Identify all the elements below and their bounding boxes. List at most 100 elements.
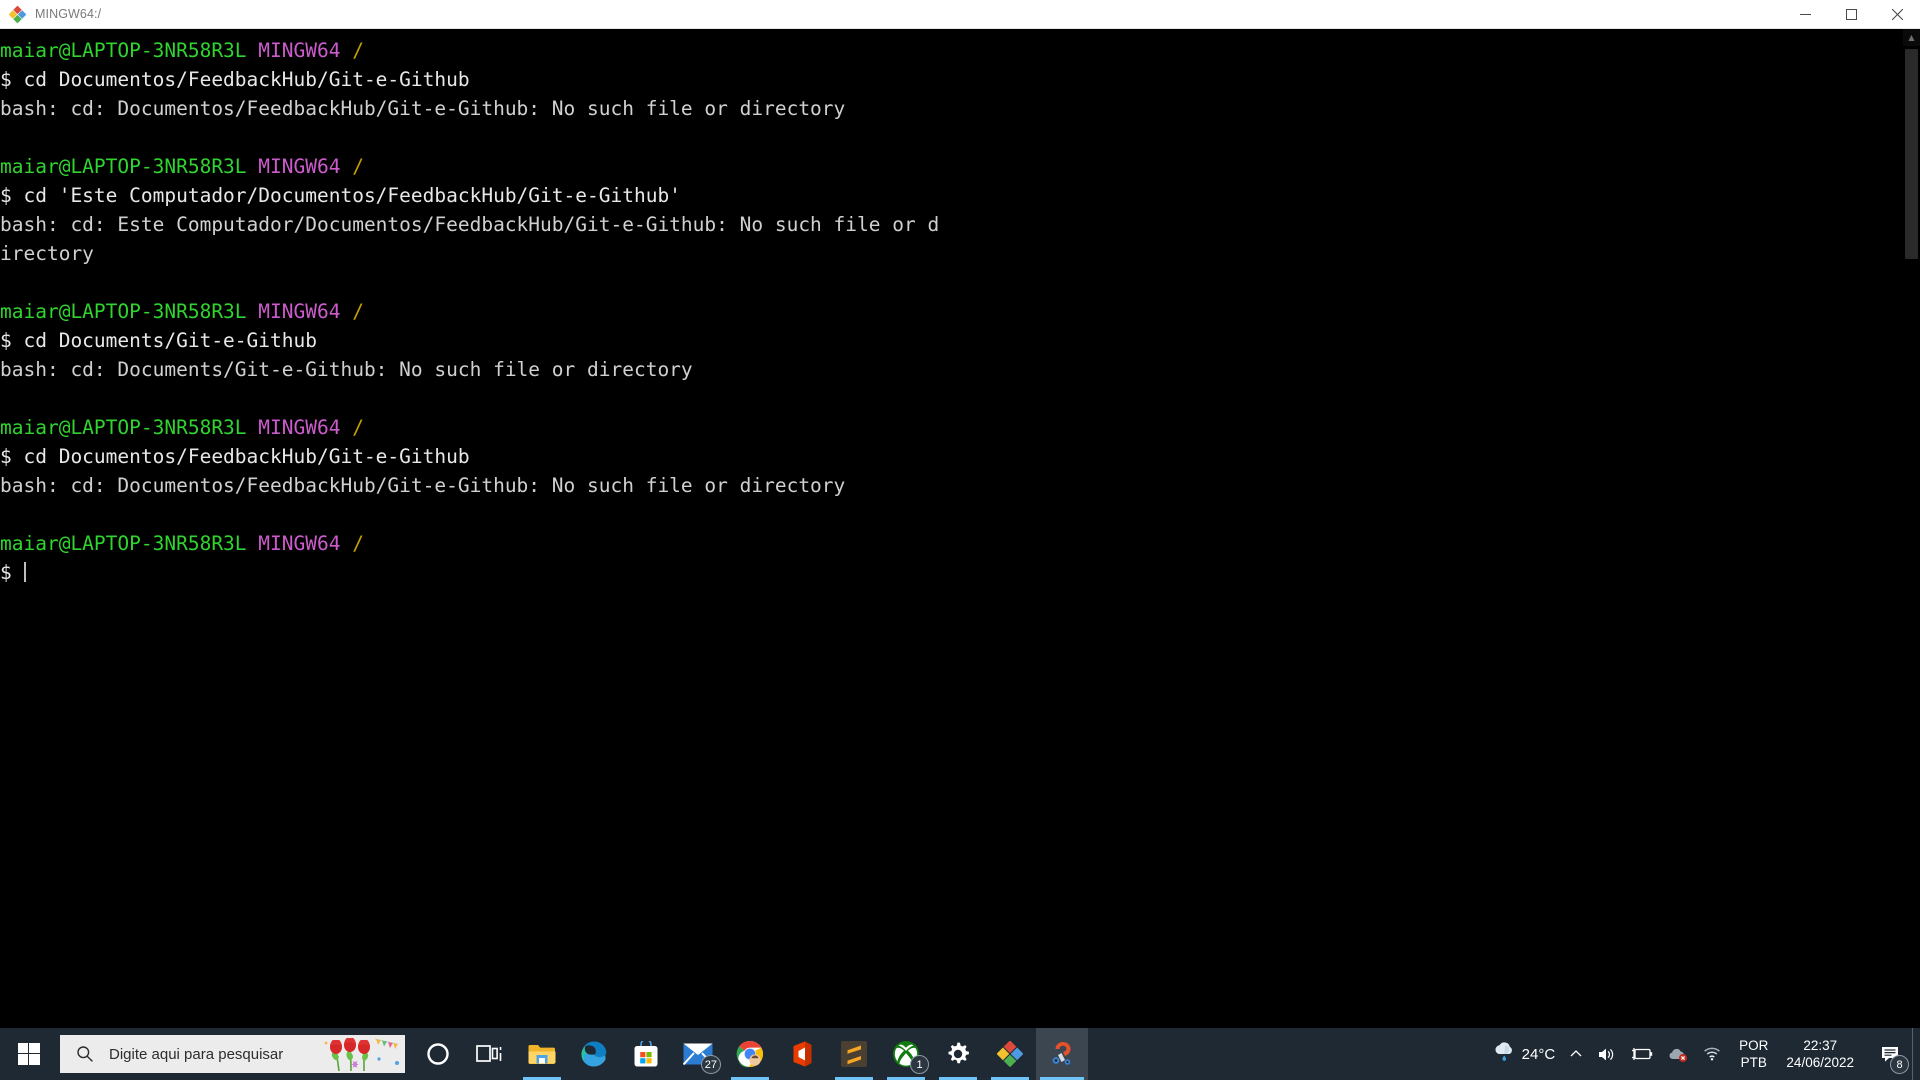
terminal-lines: maiar@LAPTOP-3NR58R3L MINGW64 / $ cd Docu… bbox=[0, 36, 1920, 587]
terminal-scrollbar[interactable]: ▲ ▼ bbox=[1903, 29, 1920, 1058]
git-bash-window: MINGW64:/ maiar@LAPTOP-3NR58R3L MINGW64 … bbox=[0, 0, 1920, 1058]
close-button[interactable] bbox=[1874, 0, 1920, 29]
language-line-1: POR bbox=[1739, 1038, 1769, 1053]
taskbar-item-cortana[interactable] bbox=[412, 1028, 464, 1080]
terminal-output-line: bash: cd: Documentos/FeedbackHub/Git-e-G… bbox=[0, 474, 846, 497]
window-controls bbox=[1782, 0, 1920, 29]
terminal-output-line: irectory bbox=[0, 242, 94, 265]
cloud-rain-icon bbox=[1492, 1041, 1517, 1067]
temperature-label: 24°C bbox=[1521, 1045, 1556, 1063]
terminal-prompt-line: maiar@LAPTOP-3NR58R3L MINGW64 / bbox=[0, 152, 1920, 181]
task-view-icon bbox=[476, 1042, 504, 1066]
command-text: $ cd Documents/Git-e-Github bbox=[0, 329, 317, 352]
window-titlebar[interactable]: MINGW64:/ bbox=[0, 0, 1920, 29]
taskbar-item-google-chrome[interactable] bbox=[724, 1028, 776, 1080]
terminal-output-area[interactable]: maiar@LAPTOP-3NR58R3L MINGW64 / $ cd Docu… bbox=[0, 29, 1920, 1058]
terminal-command-line: $ cd 'Este Computador/Documentos/Feedbac… bbox=[0, 181, 1920, 210]
taskbar-item-xbox[interactable]: 1 bbox=[880, 1028, 932, 1080]
settings-gear-icon bbox=[945, 1041, 971, 1067]
battery-button[interactable] bbox=[1623, 1028, 1661, 1080]
tulip-decoration-image bbox=[319, 1035, 405, 1073]
prompt-host: MINGW64 bbox=[246, 39, 341, 62]
terminal-prompt-line: maiar@LAPTOP-3NR58R3L MINGW64 / bbox=[0, 297, 1920, 326]
terminal-output-line: bash: cd: Documents/Git-e-Github: No suc… bbox=[0, 358, 693, 381]
git-bash-diamond-icon bbox=[8, 5, 27, 23]
prompt-host: MINGW64 bbox=[246, 155, 341, 178]
system-tray: 24°C POR PTB 22:37 24/06/2022 8 bbox=[1485, 1028, 1920, 1080]
scroll-up-arrow-icon[interactable]: ▲ bbox=[1903, 29, 1920, 46]
prompt-path: / bbox=[340, 155, 364, 178]
start-button[interactable] bbox=[0, 1028, 58, 1080]
taskbar-item-task-view[interactable] bbox=[464, 1028, 516, 1080]
show-desktop-button[interactable] bbox=[1912, 1028, 1920, 1080]
notification-center-button[interactable]: 8 bbox=[1868, 1028, 1912, 1080]
prompt-host: MINGW64 bbox=[246, 416, 341, 439]
prompt-path: / bbox=[340, 532, 364, 555]
language-line-2: PTB bbox=[1740, 1055, 1767, 1070]
notification-badge: 8 bbox=[1890, 1055, 1909, 1074]
terminal-command-line: $ cd Documentos/FeedbackHub/Git-e-Github bbox=[0, 65, 1920, 94]
prompt-user: maiar@LAPTOP-3NR58R3L bbox=[0, 416, 247, 439]
git-bash-icon bbox=[997, 1041, 1023, 1067]
microsoft-edge-icon bbox=[580, 1040, 608, 1068]
command-text: $ cd Documentos/FeedbackHub/Git-e-Github bbox=[0, 68, 470, 91]
file-explorer-icon bbox=[527, 1041, 557, 1067]
taskbar-item-file-explorer[interactable] bbox=[516, 1028, 568, 1080]
search-input[interactable]: Digite aqui para pesquisar bbox=[60, 1035, 405, 1073]
speaker-icon bbox=[1599, 1048, 1614, 1060]
volume-button[interactable] bbox=[1590, 1028, 1623, 1080]
clock-widget[interactable]: 22:37 24/06/2022 bbox=[1778, 1028, 1868, 1080]
wifi-icon bbox=[1704, 1047, 1721, 1061]
taskbar-item-sublime-text[interactable] bbox=[828, 1028, 880, 1080]
taskbar-item-microsoft-store[interactable] bbox=[620, 1028, 672, 1080]
prompt-user: maiar@LAPTOP-3NR58R3L bbox=[0, 39, 247, 62]
terminal-command-line: $ cd Documents/Git-e-Github bbox=[0, 326, 1920, 355]
terminal-output-line: bash: cd: Documentos/FeedbackHub/Git-e-G… bbox=[0, 97, 846, 120]
terminal-prompt-line: maiar@LAPTOP-3NR58R3L MINGW64 / bbox=[0, 413, 1920, 442]
prompt-user: maiar@LAPTOP-3NR58R3L bbox=[0, 532, 247, 555]
windows-logo-icon bbox=[18, 1043, 40, 1065]
command-text: $ cd Documentos/FeedbackHub/Git-e-Github bbox=[0, 445, 470, 468]
taskbar-item-microsoft-edge[interactable] bbox=[568, 1028, 620, 1080]
taskbar-item-git-bash[interactable] bbox=[984, 1028, 1036, 1080]
terminal-input-line[interactable]: $ bbox=[0, 558, 1920, 587]
onedrive-error-icon bbox=[1669, 1048, 1688, 1062]
scrollbar-thumb[interactable] bbox=[1905, 49, 1918, 259]
taskbar-item-badge: 27 bbox=[700, 1055, 721, 1074]
onedrive-button[interactable] bbox=[1661, 1028, 1695, 1080]
microsoft-office-icon bbox=[789, 1040, 815, 1068]
google-chrome-icon bbox=[736, 1040, 764, 1068]
prompt-host: MINGW64 bbox=[246, 532, 341, 555]
text-cursor bbox=[24, 562, 27, 582]
taskbar-item-active-app[interactable] bbox=[1036, 1028, 1088, 1080]
terminal-prompt-line: maiar@LAPTOP-3NR58R3L MINGW64 / bbox=[0, 36, 1920, 65]
terminal-output-line: bash: cd: Este Computador/Documentos/Fee… bbox=[0, 213, 940, 236]
taskbar-item-settings-gear[interactable] bbox=[932, 1028, 984, 1080]
network-button[interactable] bbox=[1695, 1028, 1729, 1080]
terminal-prompt-line: maiar@LAPTOP-3NR58R3L MINGW64 / bbox=[0, 529, 1920, 558]
minimize-button[interactable] bbox=[1782, 0, 1828, 29]
taskbar-app-list: 27 1 bbox=[412, 1028, 1088, 1080]
cortana-icon bbox=[425, 1041, 451, 1067]
taskbar-item-microsoft-office[interactable] bbox=[776, 1028, 828, 1080]
prompt-symbol: $ bbox=[0, 561, 24, 584]
taskbar-item-mail[interactable]: 27 bbox=[672, 1028, 724, 1080]
active-app-icon bbox=[1048, 1040, 1076, 1068]
prompt-host: MINGW64 bbox=[246, 300, 341, 323]
prompt-path: / bbox=[340, 416, 364, 439]
search-placeholder: Digite aqui para pesquisar bbox=[109, 1045, 284, 1063]
tray-overflow-button[interactable] bbox=[1562, 1028, 1590, 1080]
weather-widget[interactable]: 24°C bbox=[1485, 1028, 1563, 1080]
prompt-user: maiar@LAPTOP-3NR58R3L bbox=[0, 300, 247, 323]
maximize-button[interactable] bbox=[1828, 0, 1874, 29]
clock-date: 24/06/2022 bbox=[1786, 1055, 1854, 1070]
command-text: $ cd 'Este Computador/Documentos/Feedbac… bbox=[0, 184, 681, 207]
chevron-up-icon bbox=[1570, 1050, 1582, 1057]
language-indicator[interactable]: POR PTB bbox=[1729, 1028, 1778, 1080]
battery-charging-icon bbox=[1632, 1048, 1653, 1060]
search-icon bbox=[76, 1045, 94, 1063]
